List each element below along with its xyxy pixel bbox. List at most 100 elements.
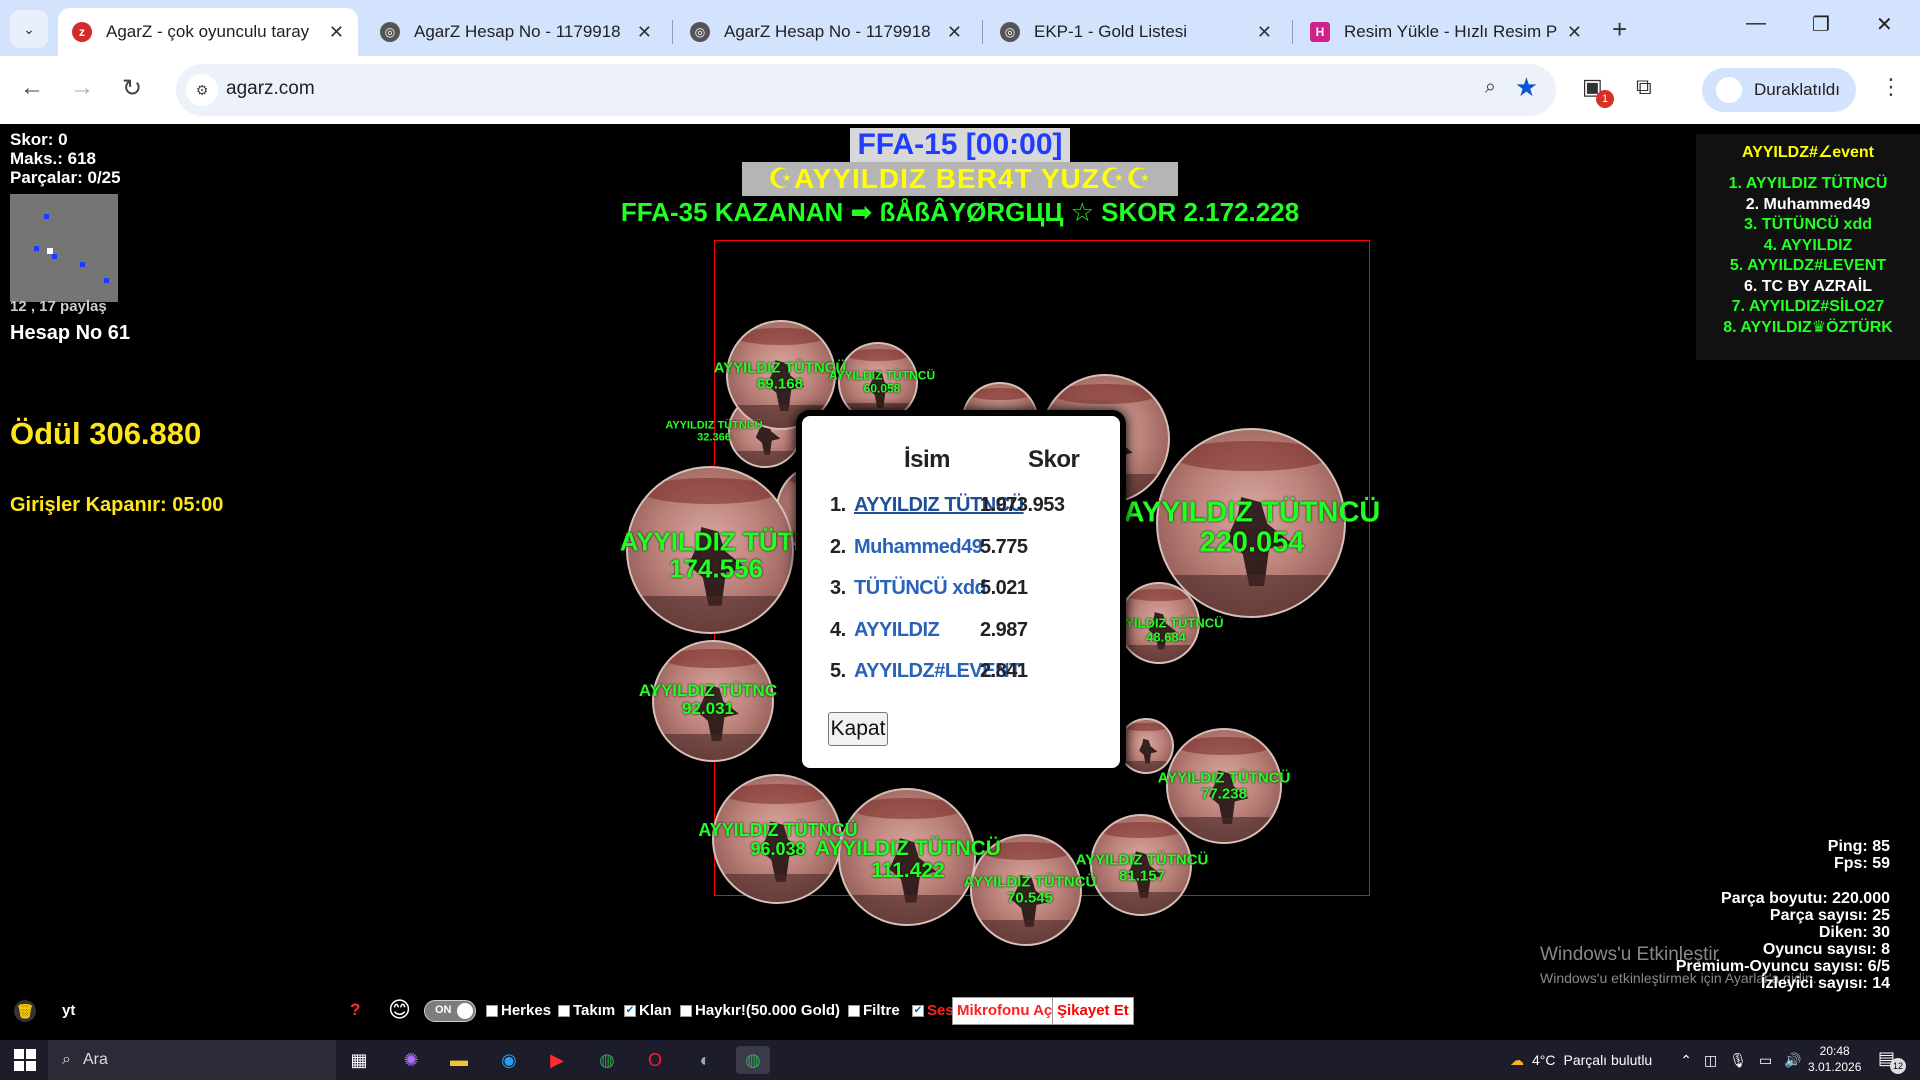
tab-hesap-1[interactable]: ◎ AgarZ Hesap No - 1179918 ✕: [366, 8, 666, 56]
edge-icon[interactable]: ◉: [492, 1046, 526, 1074]
fps-text: Fps: 59: [1833, 855, 1890, 872]
tab-search-button[interactable]: ⌄: [10, 10, 48, 48]
leaderboard-item: 2. Muhammed49: [1745, 195, 1871, 213]
close-icon[interactable]: ✕: [947, 22, 962, 43]
taskbar-search[interactable]: ⌕ Ara: [48, 1040, 336, 1080]
checkbox-filtre[interactable]: Filtre: [848, 1002, 900, 1019]
modal-row: 5. AYYILDZ#LEVENT 2.841: [802, 660, 1120, 690]
cell-label: AYYILDIZ TÜTNCÜ 77.238: [1157, 769, 1291, 802]
game-control-bar: 🗑 yt ? 😊 ON Herkes Takım ✔ Klan Haykır!(5…: [0, 990, 1140, 1032]
checkbox-klan[interactable]: ✔ Klan: [624, 1002, 672, 1019]
row-player-link[interactable]: AYYILDIZ: [854, 619, 940, 642]
restore-button[interactable]: ❐: [1812, 12, 1830, 37]
clock-time: 20:48: [1819, 1044, 1850, 1058]
steam-icon[interactable]: ◐: [688, 1046, 722, 1074]
game-canvas[interactable]: Skor: 0 Maks.: 618 Parçalar: 0/25 12 , 1…: [0, 124, 1920, 1040]
tab-title: EKP-1 - Gold Listesi: [1034, 22, 1188, 41]
cell-label: AYYILDIZ TÜTNCÜ 69.168: [713, 359, 847, 392]
chrome-active-icon[interactable]: ◍: [736, 1046, 770, 1074]
chrome-icon[interactable]: ◍: [590, 1046, 624, 1074]
copilot-icon[interactable]: ✺: [394, 1046, 428, 1074]
tab-hesap-2[interactable]: ◎ AgarZ Hesap No - 1179918 ✕: [676, 8, 976, 56]
back-icon[interactable]: ←: [20, 74, 44, 102]
leaderboard-item: 8. AYYILDIZ♛ÖZTÜRK: [1723, 318, 1893, 336]
window-close-button[interactable]: ✕: [1876, 12, 1893, 37]
row-rank: 3.: [830, 577, 846, 599]
close-icon[interactable]: ✕: [1257, 22, 1272, 43]
tab-separator: [1292, 20, 1293, 44]
checkbox-takim[interactable]: Takım: [558, 1002, 615, 1019]
extensions-puzzle-icon[interactable]: ⧉: [1636, 74, 1652, 100]
network-icon[interactable]: ▭: [1759, 1052, 1772, 1069]
taskbar-clock[interactable]: 20:48 3.01.2026: [1808, 1043, 1861, 1075]
weather-icon[interactable]: ☁: [1510, 1052, 1524, 1069]
ping-text: Ping: 85: [1827, 838, 1890, 855]
close-modal-button[interactable]: Kapat: [828, 712, 888, 746]
leaderboard: AYYILDZ#∠event 1. AYYILDIZ TÜTNCÜ 2. Muh…: [1696, 134, 1920, 360]
tab-ekp-gold[interactable]: ◎ EKP-1 - Gold Listesi ✕: [986, 8, 1286, 56]
microphone-button[interactable]: Mikrofonu Aç: [952, 997, 1058, 1025]
task-view-icon[interactable]: ▦: [342, 1046, 376, 1074]
close-icon[interactable]: ✕: [1567, 22, 1582, 43]
extension-badge: 1: [1596, 90, 1614, 108]
site-info-icon[interactable]: ⚙: [186, 74, 218, 106]
new-tab-button[interactable]: +: [1612, 14, 1627, 45]
checkbox-haykir[interactable]: Haykır!(50.000 Gold): [680, 1002, 840, 1019]
menu-kebab-icon[interactable]: ⋮: [1880, 74, 1902, 100]
minimap: [10, 194, 118, 302]
tab-title: AgarZ Hesap No - 1179918: [414, 22, 621, 41]
hizli-resim-icon: H: [1310, 22, 1330, 42]
windows-start-icon[interactable]: [14, 1049, 36, 1071]
microphone-icon[interactable]: 🎙: [1729, 1052, 1747, 1069]
opera-icon[interactable]: O: [638, 1046, 672, 1074]
chevron-up-icon[interactable]: ⌃: [1680, 1052, 1692, 1069]
mic-toggle[interactable]: ON: [424, 1000, 476, 1022]
notification-badge: 12: [1890, 1058, 1906, 1074]
tab-agarz[interactable]: z AgarZ - çok oyunculu taray ✕: [58, 8, 358, 56]
checkbox-herkes[interactable]: Herkes: [486, 1002, 551, 1019]
emoji-icon[interactable]: 😊: [388, 997, 411, 1023]
minimize-button[interactable]: —: [1746, 12, 1766, 35]
search-icon: ⌕: [62, 1051, 71, 1068]
close-icon[interactable]: ✕: [329, 22, 344, 43]
bookmark-star-icon[interactable]: ★: [1515, 72, 1538, 103]
tab-strip: ⌄ z AgarZ - çok oyunculu taray ✕ ◎ AgarZ…: [0, 0, 1920, 56]
tab-title: AgarZ Hesap No - 1179918: [724, 22, 931, 41]
tab-resim-yukle[interactable]: H Resim Yükle - Hızlı Resim P ✕: [1296, 8, 1596, 56]
tab-title: AgarZ - çok oyunculu taray: [106, 22, 310, 41]
leaderboard-item: 5. AYYILDZ#LEVENT: [1729, 257, 1887, 274]
forward-icon[interactable]: →: [70, 74, 94, 102]
webcam-icon[interactable]: ◫: [1704, 1052, 1717, 1069]
youtube-icon[interactable]: ▶: [540, 1046, 574, 1074]
leaderboard-item: 3. TÜTÜNCÜ xdd: [1744, 216, 1872, 233]
tab-separator: [982, 20, 983, 44]
close-icon[interactable]: ✕: [637, 22, 652, 43]
weather-text[interactable]: Parçalı bulutlu: [1564, 1052, 1653, 1068]
address-bar[interactable]: ⚙ agarz.com ⌕ ★: [176, 64, 1556, 116]
piece-count-text: Parça sayısı: 25: [1769, 907, 1890, 924]
row-player-link[interactable]: Muhammed49: [854, 536, 983, 559]
address-url[interactable]: agarz.com: [226, 78, 315, 100]
file-explorer-icon[interactable]: ▬: [442, 1046, 476, 1074]
row-rank: 2.: [830, 536, 846, 558]
profile-button[interactable]: Duraklatıldı: [1702, 68, 1856, 112]
checkbox-ses[interactable]: ✔ Ses: [912, 1002, 954, 1019]
reload-icon[interactable]: ↻: [122, 74, 142, 103]
volume-icon[interactable]: 🔊: [1784, 1052, 1801, 1069]
notification-icon[interactable]: ▤ 12: [1878, 1048, 1906, 1074]
row-score: 2.841: [980, 660, 1028, 682]
zoom-icon[interactable]: ⌕: [1485, 76, 1496, 99]
clock-date: 3.01.2026: [1808, 1060, 1862, 1074]
trash-icon[interactable]: 🗑: [14, 1000, 36, 1022]
leaderboard-title: AYYILDZ#∠event: [1741, 144, 1874, 161]
report-button[interactable]: Şikayet Et: [1052, 997, 1134, 1025]
tab-title: Resim Yükle - Hızlı Resim P: [1344, 22, 1557, 41]
coords-share[interactable]: 12 , 17 paylaş: [10, 298, 107, 315]
screen: ⌄ z AgarZ - çok oyunculu taray ✕ ◎ AgarZ…: [0, 0, 1920, 1080]
weather-temp[interactable]: 4°C: [1532, 1052, 1556, 1068]
help-icon[interactable]: ?: [350, 1000, 360, 1020]
row-score: 1.973.953: [980, 494, 1065, 516]
row-player-link[interactable]: TÜTÜNCÜ xdd: [854, 577, 987, 600]
chat-input[interactable]: yt: [62, 1002, 75, 1019]
column-header-score: Skor: [1028, 446, 1080, 473]
